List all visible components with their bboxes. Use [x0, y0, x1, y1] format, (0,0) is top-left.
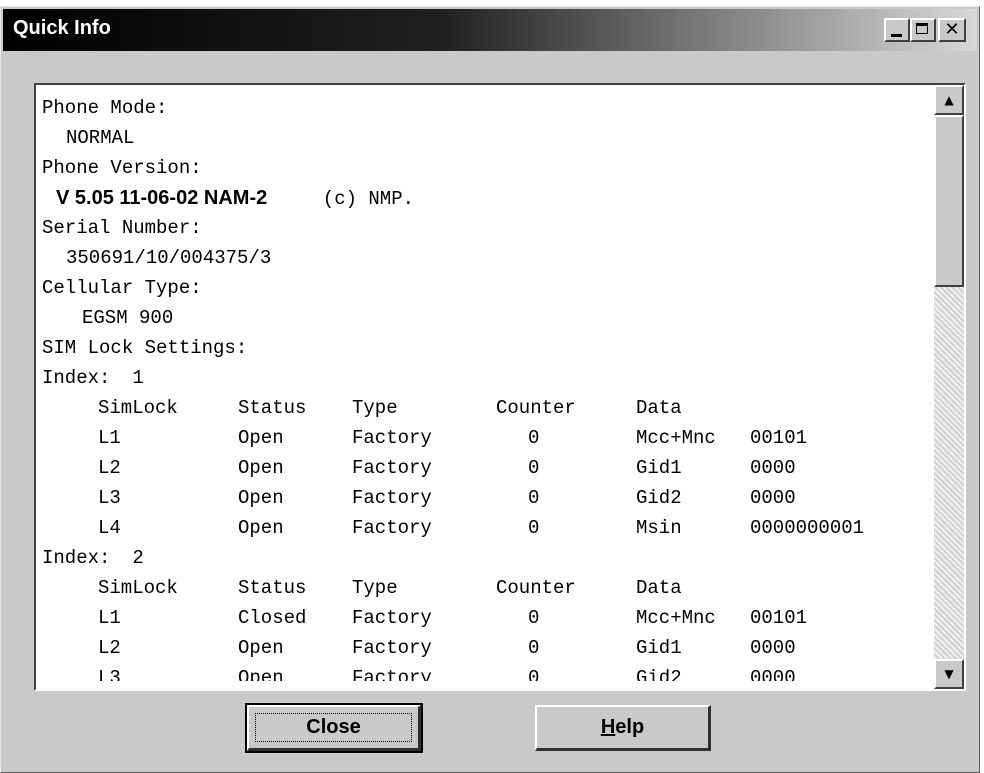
cell-counter: 0 — [528, 517, 540, 539]
sim-lock-indexes: Index: 1 SimLock Status Type Counter Data L1 Ope… — [42, 363, 932, 681]
cell-status: Open — [238, 637, 284, 659]
phone-version-row: V 5.05 11-06-02 NAM-2 (c) NMP. — [42, 183, 932, 213]
cell-lock: L2 — [98, 637, 121, 659]
cell-lock: L3 — [98, 667, 121, 681]
minimize-icon — [891, 34, 902, 37]
cell-data-val: 0000 — [750, 637, 796, 659]
cell-data-val: 00101 — [750, 427, 808, 449]
simlock-row: L4 Open Factory 0 Msin 0000000001 — [42, 513, 932, 543]
cell-lock: L4 — [98, 517, 121, 539]
focus-rect — [255, 713, 412, 742]
simlock-row: L2 Open Factory 0 Gid1 0000 — [42, 453, 932, 483]
cell-data-val: 00101 — [750, 607, 808, 629]
cell-counter: 0 — [528, 457, 540, 479]
phone-mode-value: NORMAL — [66, 127, 135, 149]
cellular-type-value: EGSM 900 — [82, 307, 174, 329]
cell-type: Factory — [352, 457, 432, 479]
cell-data-val: 0000 — [750, 457, 796, 479]
help-button-label: elp — [615, 716, 645, 738]
cell-counter: 0 — [528, 637, 540, 659]
column-header: Counter — [496, 397, 576, 419]
minimize-button[interactable] — [884, 18, 910, 42]
cell-data-key: Gid2 — [636, 667, 682, 681]
simlock-row: L3 Open Factory 0 Gid2 0000 — [42, 483, 932, 513]
vertical-scrollbar[interactable]: ▲ ▼ — [934, 85, 964, 689]
column-header: SimLock — [98, 397, 178, 419]
cell-data-key: Mcc+Mnc — [636, 427, 716, 449]
info-text-box[interactable]: Phone Mode: NORMAL Phone Version: V 5.05… — [34, 83, 966, 691]
cell-data-val: 0000 — [750, 487, 796, 509]
index-heading: Index: 2 — [42, 543, 932, 573]
column-header: Data — [636, 397, 682, 419]
column-header: Status — [238, 577, 307, 599]
simlock-row: L1 Closed Factory 0 Mcc+Mnc 00101 — [42, 603, 932, 633]
column-header: Counter — [496, 577, 576, 599]
help-mnemonic: H — [600, 716, 616, 738]
index-number: 2 — [132, 547, 144, 569]
cell-data-val: 0000 — [750, 667, 796, 681]
window-title: Quick Info — [13, 17, 111, 39]
cell-type: Factory — [352, 427, 432, 449]
index-heading: Index: 1 — [42, 363, 932, 393]
sim-lock-settings-label: SIM Lock Settings: — [42, 337, 248, 359]
maximize-icon — [916, 23, 928, 34]
column-header: SimLock — [98, 577, 178, 599]
cellular-type-label: Cellular Type: — [42, 277, 202, 299]
cell-status: Open — [238, 517, 284, 539]
simlock-row: L3 Open Factory 0 Gid2 0000 — [42, 663, 932, 681]
maximize-button[interactable] — [910, 18, 936, 42]
simlock-row: L1 Open Factory 0 Mcc+Mnc 00101 — [42, 423, 932, 453]
scroll-up-arrow-icon[interactable]: ▲ — [934, 85, 964, 115]
phone-version-label: Phone Version: — [42, 157, 202, 179]
column-header: Type — [352, 397, 398, 419]
help-button[interactable]: Help — [535, 705, 711, 751]
quick-info-window: Quick Info ✕ Phone Mode: NORMAL Phone Ve… — [0, 6, 980, 773]
cell-lock: L2 — [98, 457, 121, 479]
cell-lock: L3 — [98, 487, 121, 509]
cell-counter: 0 — [528, 667, 540, 681]
close-window-button[interactable]: ✕ — [938, 18, 966, 42]
cell-status: Closed — [238, 607, 307, 629]
info-text: Phone Mode: NORMAL Phone Version: V 5.05… — [42, 93, 932, 681]
cell-status: Open — [238, 457, 284, 479]
cell-lock: L1 — [98, 427, 121, 449]
cell-data-val: 0000000001 — [750, 517, 865, 539]
cell-status: Open — [238, 427, 284, 449]
column-header: Type — [352, 577, 398, 599]
cell-counter: 0 — [528, 427, 540, 449]
cell-status: Open — [238, 487, 284, 509]
scroll-thumb[interactable] — [934, 115, 964, 287]
cell-counter: 0 — [528, 487, 540, 509]
simlock-table-header: SimLock Status Type Counter Data — [42, 393, 932, 423]
index-label: Index: — [42, 547, 111, 569]
cell-status: Open — [238, 667, 284, 681]
close-button[interactable]: Close — [245, 703, 423, 753]
column-header: Data — [636, 577, 682, 599]
cell-type: Factory — [352, 607, 432, 629]
cell-lock: L1 — [98, 607, 121, 629]
cell-data-key: Gid1 — [636, 637, 682, 659]
phone-mode-label: Phone Mode: — [42, 97, 168, 119]
cell-type: Factory — [352, 487, 432, 509]
cell-data-key: Gid1 — [636, 457, 682, 479]
scroll-down-arrow-icon[interactable]: ▼ — [934, 659, 964, 689]
index-label: Index: — [42, 367, 111, 389]
cell-counter: 0 — [528, 607, 540, 629]
simlock-row: L2 Open Factory 0 Gid1 0000 — [42, 633, 932, 663]
column-header: Status — [238, 397, 307, 419]
simlock-table-header: SimLock Status Type Counter Data — [42, 573, 932, 603]
cell-data-key: Mcc+Mnc — [636, 607, 716, 629]
serial-number-value: 350691/10/004375/3 — [66, 247, 272, 269]
cell-data-key: Msin — [636, 517, 682, 539]
cell-data-key: Gid2 — [636, 487, 682, 509]
phone-version-value: V 5.05 11-06-02 NAM-2 — [56, 187, 268, 209]
phone-version-copyright: (c) NMP. — [322, 188, 415, 210]
serial-number-label: Serial Number: — [42, 217, 202, 239]
cell-type: Factory — [352, 637, 432, 659]
cell-type: Factory — [352, 667, 432, 681]
index-number: 1 — [132, 367, 144, 389]
cell-type: Factory — [352, 517, 432, 539]
close-icon: ✕ — [944, 19, 960, 40]
title-bar[interactable]: Quick Info ✕ — [3, 9, 977, 51]
